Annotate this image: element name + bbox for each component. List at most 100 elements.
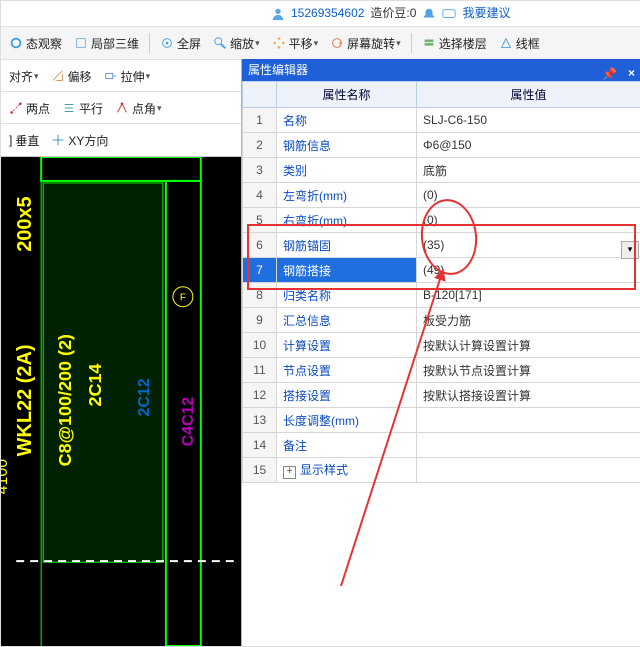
twopoint-btn[interactable]: 两点	[5, 98, 54, 119]
prop-value[interactable]: SLJ-C6-150	[417, 108, 640, 133]
prop-name: 搭接设置	[277, 383, 417, 408]
svg-text:C4C12: C4C12	[180, 397, 197, 447]
xy-btn[interactable]: XY方向	[47, 130, 112, 151]
table-row[interactable]: 14备注	[243, 433, 640, 458]
row-index: 1	[243, 108, 277, 133]
row-index: 4	[243, 183, 277, 208]
table-row[interactable]: 13长度调整(mm)	[243, 408, 640, 433]
panel-title: 属性编辑器 📌 ×	[242, 59, 640, 81]
prop-value[interactable]	[417, 408, 640, 433]
property-table: 属性名称 属性值 1名称SLJ-C6-1502钢筋信息Φ6@1503类别底筋4左…	[242, 81, 640, 483]
chevron-down-icon[interactable]: ▾	[255, 38, 260, 49]
table-row[interactable]: 4左弯折(mm)(0)	[243, 183, 640, 208]
row-index: 5	[243, 208, 277, 233]
table-row[interactable]: 9汇总信息板受力筋	[243, 308, 640, 333]
table-row[interactable]: 3类别底筋	[243, 158, 640, 183]
prop-value[interactable]: (49)	[417, 258, 640, 283]
table-row[interactable]: 12搭接设置按默认搭接设置计算	[243, 383, 640, 408]
svg-text:C8@100/200 (2): C8@100/200 (2)	[55, 334, 75, 466]
chevron-down-icon[interactable]: ▾	[314, 38, 319, 49]
top-info-bar: 15269354602 造价豆:0 我要建议	[1, 1, 640, 25]
prop-value[interactable]: Φ6@150	[417, 133, 640, 158]
row-index: 13	[243, 408, 277, 433]
chat-icon	[442, 1, 456, 25]
prop-name: +显示样式	[277, 458, 417, 483]
prop-name: 节点设置	[277, 358, 417, 383]
table-row[interactable]: 8归类名称B-120[171]	[243, 283, 640, 308]
property-panel: 属性编辑器 📌 × 属性名称 属性值 1名称SLJ-C6-1502钢筋信息Φ6@…	[241, 59, 640, 646]
bell-icon[interactable]	[422, 1, 436, 25]
row-index: 10	[243, 333, 277, 358]
svg-text:4100: 4100	[1, 459, 11, 495]
prop-value[interactable]	[417, 433, 640, 458]
table-row[interactable]: 2钢筋信息Φ6@150	[243, 133, 640, 158]
svg-text:2C12: 2C12	[136, 378, 153, 416]
dropdown-btn[interactable]: ▾	[621, 241, 639, 259]
row-index: 6	[243, 233, 277, 258]
parallel-btn[interactable]: 平行	[58, 98, 107, 119]
cad-viewport[interactable]: F WKL22 (2A) 200x5 C8@100/200 (2) 2C14 4…	[1, 157, 241, 646]
prop-name: 钢筋锚固	[277, 233, 417, 258]
zoom-btn[interactable]: 缩放▾	[209, 33, 264, 54]
offset-btn[interactable]: 偏移	[47, 66, 96, 87]
user-name[interactable]: 15269354602	[291, 1, 364, 25]
row-index: 14	[243, 433, 277, 458]
row-index: 12	[243, 383, 277, 408]
align-btn[interactable]: 对齐▾	[5, 66, 43, 87]
ortho-toolbar: ]垂直 XY方向	[1, 123, 249, 157]
corner-btn[interactable]: 点角▾	[111, 98, 166, 119]
view-btn[interactable]: 态观察	[5, 33, 66, 54]
prop-value[interactable]: (0)	[417, 183, 640, 208]
chevron-down-icon[interactable]: ▾	[396, 38, 401, 49]
row-index: 9	[243, 308, 277, 333]
vertical-btn[interactable]: ]垂直	[5, 130, 43, 151]
beans-label: 造价豆:0	[370, 1, 416, 25]
row-index: 7	[243, 258, 277, 283]
expand-icon[interactable]: +	[283, 466, 296, 479]
prop-value[interactable]: 板受力筋	[417, 308, 640, 333]
col-name[interactable]: 属性名称	[277, 82, 417, 108]
prop-value[interactable]: 按默认搭接设置计算	[417, 383, 640, 408]
table-row[interactable]: 15+显示样式	[243, 458, 640, 483]
prop-name: 计算设置	[277, 333, 417, 358]
row-index: 15	[243, 458, 277, 483]
col-value[interactable]: 属性值	[417, 82, 640, 108]
fullscreen-btn[interactable]: 全屏	[156, 33, 205, 54]
svg-text:2C14: 2C14	[85, 364, 105, 407]
svg-text:WKL22 (2A): WKL22 (2A)	[14, 344, 36, 456]
svg-text:200x5: 200x5	[14, 196, 36, 251]
prop-value[interactable]: 按默认节点设置计算	[417, 358, 640, 383]
prop-name: 钢筋信息	[277, 133, 417, 158]
prop-value[interactable]: (0)	[417, 208, 640, 233]
floor-btn[interactable]: 选择楼层	[418, 33, 491, 54]
snap-toolbar: 两点 平行 点角▾	[1, 91, 249, 124]
stretch-btn[interactable]: 拉伸▾	[100, 66, 155, 87]
prop-name: 类别	[277, 158, 417, 183]
table-row[interactable]: 7钢筋搭接(49)	[243, 258, 640, 283]
table-header: 属性名称 属性值	[243, 82, 640, 108]
prop-name: 汇总信息	[277, 308, 417, 333]
prop-value[interactable]: 底筋	[417, 158, 640, 183]
row-index: 3	[243, 158, 277, 183]
pan-btn[interactable]: 平移▾	[268, 33, 323, 54]
rotate-btn[interactable]: 屏幕旋转▾	[326, 33, 405, 54]
wireframe-btn[interactable]: 线框	[495, 33, 544, 54]
table-row[interactable]: 11节点设置按默认节点设置计算	[243, 358, 640, 383]
table-row[interactable]: 1名称SLJ-C6-150	[243, 108, 640, 133]
prop-name: 备注	[277, 433, 417, 458]
user-icon	[271, 1, 285, 25]
row-index: 2	[243, 133, 277, 158]
prop-value[interactable]	[417, 458, 640, 483]
row-index: 11	[243, 358, 277, 383]
prop-name: 名称	[277, 108, 417, 133]
svg-text:F: F	[180, 293, 186, 304]
suggest-link[interactable]: 我要建议	[462, 1, 510, 25]
table-row[interactable]: 10计算设置按默认计算设置计算	[243, 333, 640, 358]
prop-value[interactable]: 按默认计算设置计算	[417, 333, 640, 358]
prop-value[interactable]: (35)	[417, 233, 640, 258]
prop-value[interactable]: B-120[171]	[417, 283, 640, 308]
local3d-btn[interactable]: 局部三维	[70, 33, 143, 54]
table-row[interactable]: 5右弯折(mm)(0)	[243, 208, 640, 233]
row-index: 8	[243, 283, 277, 308]
table-row[interactable]: 6钢筋锚固(35)	[243, 233, 640, 258]
